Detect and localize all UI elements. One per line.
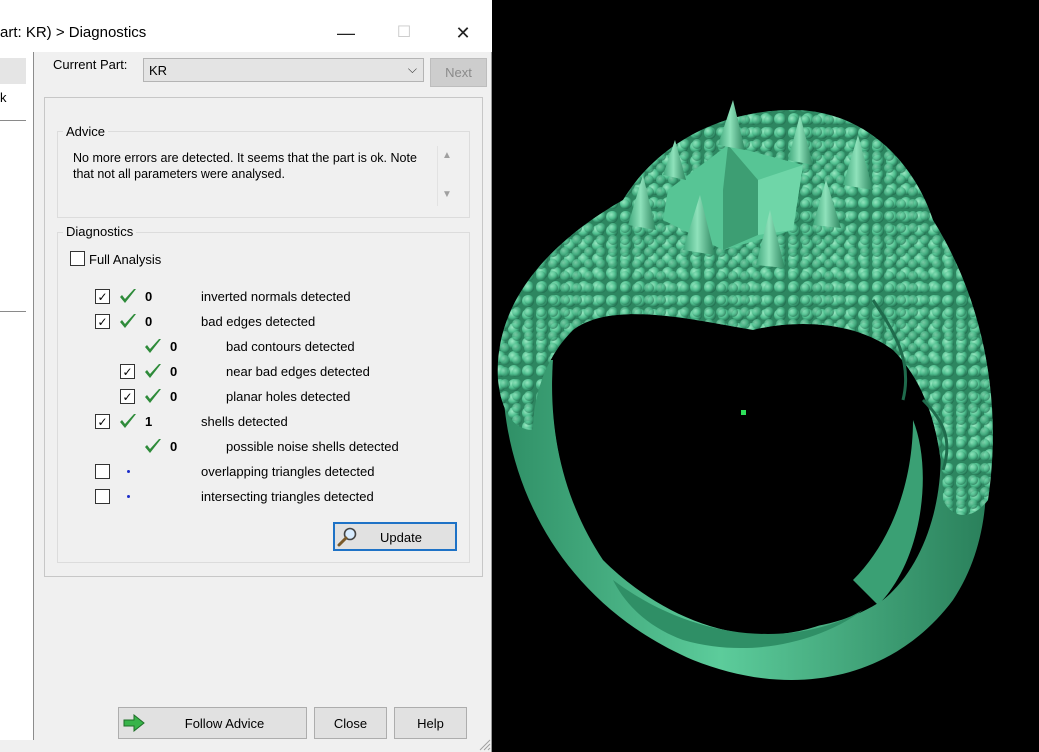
side-panel-divider (0, 120, 26, 121)
green-check-icon (120, 314, 136, 328)
diagnostic-checkbox[interactable] (95, 489, 110, 504)
diagnostic-checkbox[interactable]: ✓ (120, 389, 135, 404)
full-analysis-checkbox[interactable] (70, 251, 85, 266)
green-check-icon (145, 339, 161, 353)
diagnostic-label: planar holes detected (226, 389, 351, 404)
diagnostic-checkbox[interactable]: ✓ (120, 364, 135, 379)
ring-model (497, 100, 993, 680)
diagnostic-count: 0 (145, 289, 153, 304)
diagnostic-count: 0 (170, 439, 178, 454)
resize-grip-icon[interactable] (478, 738, 491, 751)
side-panel-divider (0, 311, 26, 312)
diagnostics-title: Diagnostics (63, 224, 137, 239)
follow-advice-label: Follow Advice (184, 715, 265, 731)
minimize-button[interactable]: — (323, 15, 369, 51)
diagnostic-label: bad contours detected (226, 339, 355, 354)
scroll-up-icon[interactable]: ▲ (442, 150, 452, 161)
maximize-icon: ☐ (396, 24, 412, 41)
title-bar[interactable]: art: KR) > Diagnostics — ☐ ✕ (0, 0, 492, 52)
current-part-label: Current Part: (53, 57, 128, 72)
scroll-down-icon[interactable]: ▼ (442, 189, 452, 200)
current-part-value: KR (149, 63, 168, 78)
green-check-icon (120, 414, 136, 428)
diagnostic-count: 0 (170, 364, 178, 379)
advice-title: Advice (63, 124, 109, 139)
minimize-icon: — (337, 23, 355, 43)
update-button[interactable]: Update (333, 522, 457, 551)
diagnostic-checkbox[interactable]: ✓ (95, 414, 110, 429)
green-check-icon (120, 289, 136, 303)
diagnostic-count: 0 (170, 389, 178, 404)
advice-text: No more errors are detected. It seems th… (73, 151, 417, 181)
side-panel-item-label[interactable]: k (0, 90, 7, 105)
diagnostic-checkbox[interactable] (95, 464, 110, 479)
magnifier-icon (337, 527, 357, 547)
window-title: art: KR) > Diagnostics (0, 24, 147, 41)
close-icon: ✕ (455, 23, 471, 43)
diagnostic-label: overlapping triangles detected (201, 464, 375, 479)
diagnostic-label: shells detected (201, 414, 288, 429)
diagnostic-label: inverted normals detected (201, 289, 351, 304)
next-button[interactable]: Next (430, 58, 487, 87)
3d-viewport[interactable] (493, 0, 1039, 752)
diagnostic-count: 0 (170, 339, 178, 354)
side-panel-selected-item[interactable] (0, 58, 26, 84)
diagnostic-label: possible noise shells detected (226, 439, 399, 454)
diagnostic-count: 0 (145, 314, 153, 329)
not-analysed-dot-icon (127, 495, 130, 498)
not-analysed-dot-icon (127, 470, 130, 473)
follow-advice-button[interactable]: Follow Advice (118, 707, 307, 739)
current-part-dropdown[interactable]: KR ⌵ (143, 58, 424, 82)
diagnostic-count: 1 (145, 414, 153, 429)
diagnostic-label: near bad edges detected (226, 364, 370, 379)
diagnostic-checkbox[interactable]: ✓ (95, 289, 110, 304)
maximize-button[interactable]: ☐ (381, 15, 427, 51)
update-button-label: Update (380, 530, 422, 545)
close-window-button[interactable]: ✕ (440, 15, 486, 51)
diagnostic-label: intersecting triangles detected (201, 489, 374, 504)
help-button[interactable]: Help (394, 707, 467, 739)
close-button[interactable]: Close (314, 707, 387, 739)
green-check-icon (145, 439, 161, 453)
green-arrow-icon (123, 714, 145, 732)
diagnostic-checkbox[interactable]: ✓ (95, 314, 110, 329)
green-check-icon (145, 389, 161, 403)
green-check-icon (145, 364, 161, 378)
diagnostic-label: bad edges detected (201, 314, 316, 329)
advice-scrollbar[interactable]: ▲ ▼ (437, 146, 457, 206)
diagnostics-dialog: art: KR) > Diagnostics — ☐ ✕ k Current P… (0, 0, 492, 752)
side-panel: k (0, 52, 34, 740)
full-analysis-label: Full Analysis (89, 252, 162, 267)
chevron-down-icon: ⌵ (407, 62, 417, 76)
